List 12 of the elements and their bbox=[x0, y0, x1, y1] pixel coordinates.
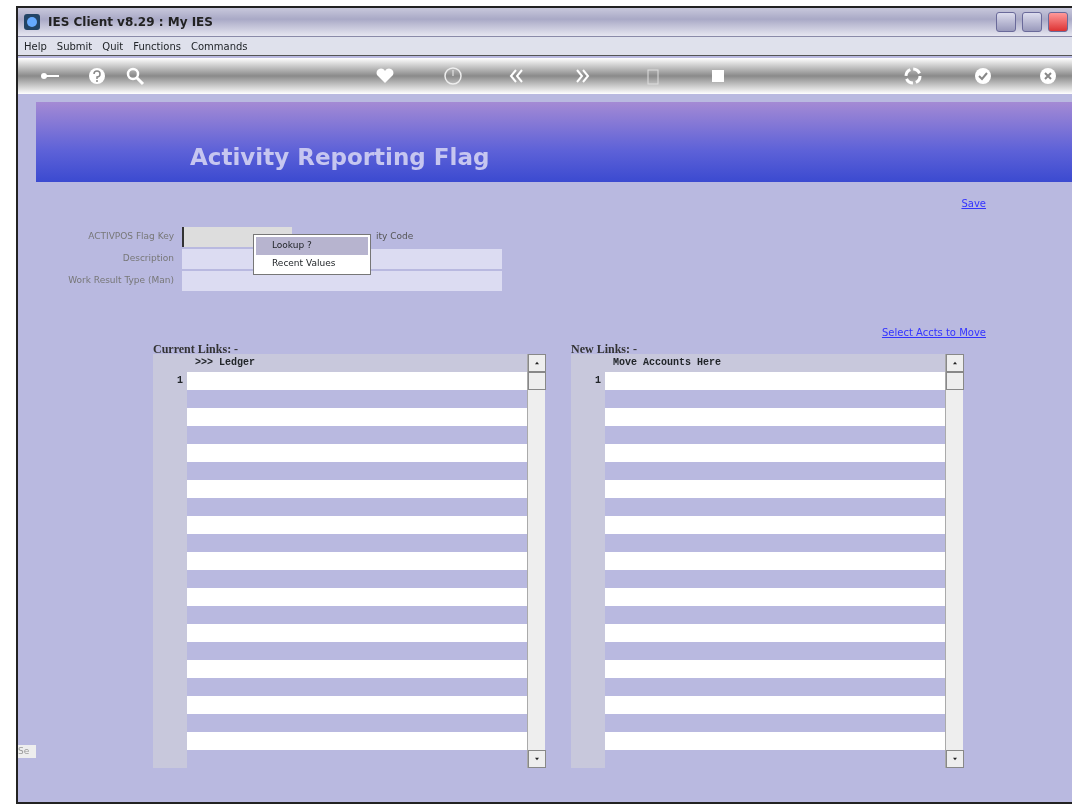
list-title: Current Links: - bbox=[153, 341, 240, 354]
column-header: Move Accounts Here bbox=[605, 354, 945, 372]
row-number: 1 bbox=[177, 374, 184, 388]
row-number: 1 bbox=[595, 374, 602, 388]
list-title: New Links: - bbox=[571, 341, 638, 354]
window-title: IES Client v8.29 : My IES bbox=[48, 14, 214, 31]
field-label: ACTIVPOS Flag Key bbox=[87, 230, 175, 244]
field-label: ity Code bbox=[376, 230, 414, 244]
field-label: Description bbox=[121, 252, 175, 266]
field-label: Work Result Type (Man) bbox=[67, 274, 175, 288]
column-header: >>> Ledger bbox=[187, 354, 527, 372]
page-title: Activity Reporting Flag bbox=[190, 142, 490, 172]
